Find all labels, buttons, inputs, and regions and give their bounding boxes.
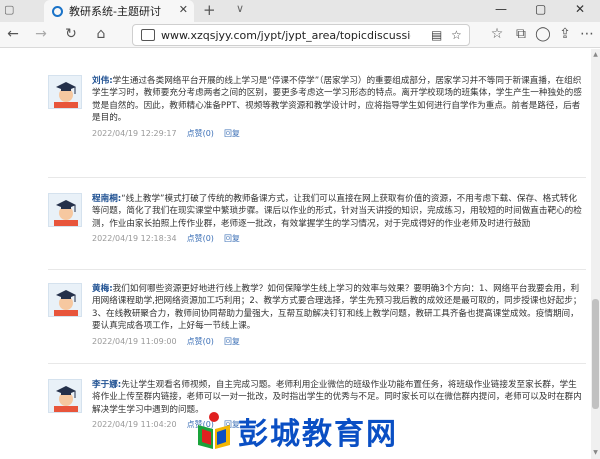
like-button[interactable]: 点赞(0) — [187, 234, 214, 243]
comment-content: 我们如何哪些资源更好地进行线上教学？如何保障学生线上学习的效率与效果？要明确3个… — [92, 284, 582, 332]
comment-content: “线上教学”模式打破了传统的教师备课方式，让我们可以直接在网上获取有价值的资源，… — [92, 194, 582, 229]
site-watermark: 彭城教育网 — [196, 406, 398, 456]
comment-author[interactable]: 刘伟: — [92, 76, 113, 86]
avatar — [48, 283, 82, 317]
new-tab-icon[interactable]: + — [203, 1, 216, 19]
tab-actions: ▢ — [4, 3, 14, 16]
comment-text: 黄梅:我们如何哪些资源更好地进行线上教学？如何保障学生线上学习的效率与效果？要明… — [92, 283, 582, 333]
lock-icon — [141, 29, 155, 41]
comment-meta: 2022/04/19 12:18:34 点赞(0) 回复 — [92, 233, 582, 244]
reply-button[interactable]: 回复 — [224, 337, 240, 346]
home-icon[interactable]: ⌂ — [92, 26, 110, 42]
comment-content: 学生通过各类网络平台开展的线上学习是“停课不停学”（居家学习）的重要组成部分，居… — [92, 76, 582, 124]
comment-body: 黄梅:我们如何哪些资源更好地进行线上教学？如何保障学生线上学习的效率与效果？要明… — [92, 283, 582, 347]
share-icon[interactable]: ⇪ — [556, 26, 574, 42]
tab-close-icon[interactable]: ✕ — [179, 3, 188, 16]
scroll-up-icon[interactable]: ▲ — [591, 51, 600, 58]
scroll-down-icon[interactable]: ▼ — [591, 449, 600, 456]
address-url[interactable]: www.xzqsjyy.com/jypt/jypt_area/topicdisc… — [161, 29, 411, 42]
back-icon[interactable]: ← — [4, 26, 22, 42]
graduate-avatar-icon — [54, 82, 78, 108]
comment-author[interactable]: 黄梅: — [92, 284, 113, 294]
maximize-icon[interactable]: ▢ — [535, 2, 546, 16]
edge-favicon-icon — [52, 5, 63, 17]
tab-title: 教研系统-主题研讨 — [69, 5, 161, 18]
page-content: 刘伟:学生通过各类网络平台开展的线上学习是“停课不停学”（居家学习）的重要组成部… — [0, 49, 591, 459]
profile-icon[interactable]: ◯ — [534, 26, 552, 42]
favorite-star-icon[interactable]: ☆ — [451, 28, 462, 42]
page-scrollbar[interactable]: ▲ ▼ — [591, 49, 600, 459]
comment-time: 2022/04/19 11:09:00 — [92, 336, 177, 346]
window-close-icon[interactable]: ✕ — [575, 2, 585, 16]
like-button[interactable]: 点赞(0) — [187, 337, 214, 346]
avatar — [48, 193, 82, 227]
comment-text: 刘伟:学生通过各类网络平台开展的线上学习是“停课不停学”（居家学习）的重要组成部… — [92, 75, 582, 125]
graduate-avatar-icon — [54, 200, 78, 226]
avatar — [48, 379, 82, 413]
comment-author[interactable]: 程南桐: — [92, 194, 121, 204]
tab-bar: ▢ 教研系统-主题研讨 ✕ + ∨ — ▢ ✕ — [0, 0, 600, 22]
comment-time: 2022/04/19 11:04:20 — [92, 420, 177, 430]
reply-button[interactable]: 回复 — [224, 129, 240, 138]
comment-meta: 2022/04/19 12:29:17 点赞(0) 回复 — [92, 128, 582, 139]
divider — [48, 177, 586, 178]
collections-icon[interactable]: ⧉ — [512, 26, 530, 42]
comment-text: 程南桐:“线上教学”模式打破了传统的教师备课方式，让我们可以直接在网上获取有价值… — [92, 193, 582, 230]
divider — [48, 269, 586, 270]
tab-actions-icon[interactable]: ▢ — [4, 3, 14, 16]
refresh-icon[interactable]: ↻ — [62, 26, 80, 42]
comment-author[interactable]: 李于娜: — [92, 380, 121, 390]
book-logo-icon — [198, 412, 230, 449]
divider — [48, 363, 586, 364]
avatar — [48, 75, 82, 109]
watermark-text: 彭城教育网 — [238, 417, 398, 452]
address-bar[interactable]: www.xzqsjyy.com/jypt/jypt_area/topicdisc… — [132, 24, 470, 46]
minimize-icon[interactable]: — — [495, 2, 507, 16]
graduate-avatar-icon — [54, 290, 78, 316]
browser-toolbar: ← → ↻ ⌂ www.xzqsjyy.com/jypt/jypt_area/t… — [0, 22, 600, 48]
comment-meta: 2022/04/19 11:09:00 点赞(0) 回复 — [92, 336, 582, 347]
reply-button[interactable]: 回复 — [224, 234, 240, 243]
tab-dropdown-icon[interactable]: ∨ — [236, 2, 244, 15]
scroll-thumb[interactable] — [592, 299, 599, 409]
comment-time: 2022/04/19 12:29:17 — [92, 128, 177, 138]
more-icon[interactable]: ⋯ — [578, 26, 596, 42]
comment-time: 2022/04/19 12:18:34 — [92, 234, 177, 244]
favorites-icon[interactable]: ☆ — [488, 26, 506, 42]
comment-body: 程南桐:“线上教学”模式打破了传统的教师备课方式，让我们可以直接在网上获取有价值… — [92, 193, 582, 244]
like-button[interactable]: 点赞(0) — [187, 129, 214, 138]
graduate-avatar-icon — [54, 386, 78, 412]
browser-tab[interactable]: 教研系统-主题研讨 ✕ — [44, 0, 194, 22]
reader-mode-icon[interactable]: ▤ — [431, 28, 442, 42]
comment-body: 刘伟:学生通过各类网络平台开展的线上学习是“停课不停学”（居家学习）的重要组成部… — [92, 75, 582, 139]
forward-icon[interactable]: → — [32, 26, 50, 42]
